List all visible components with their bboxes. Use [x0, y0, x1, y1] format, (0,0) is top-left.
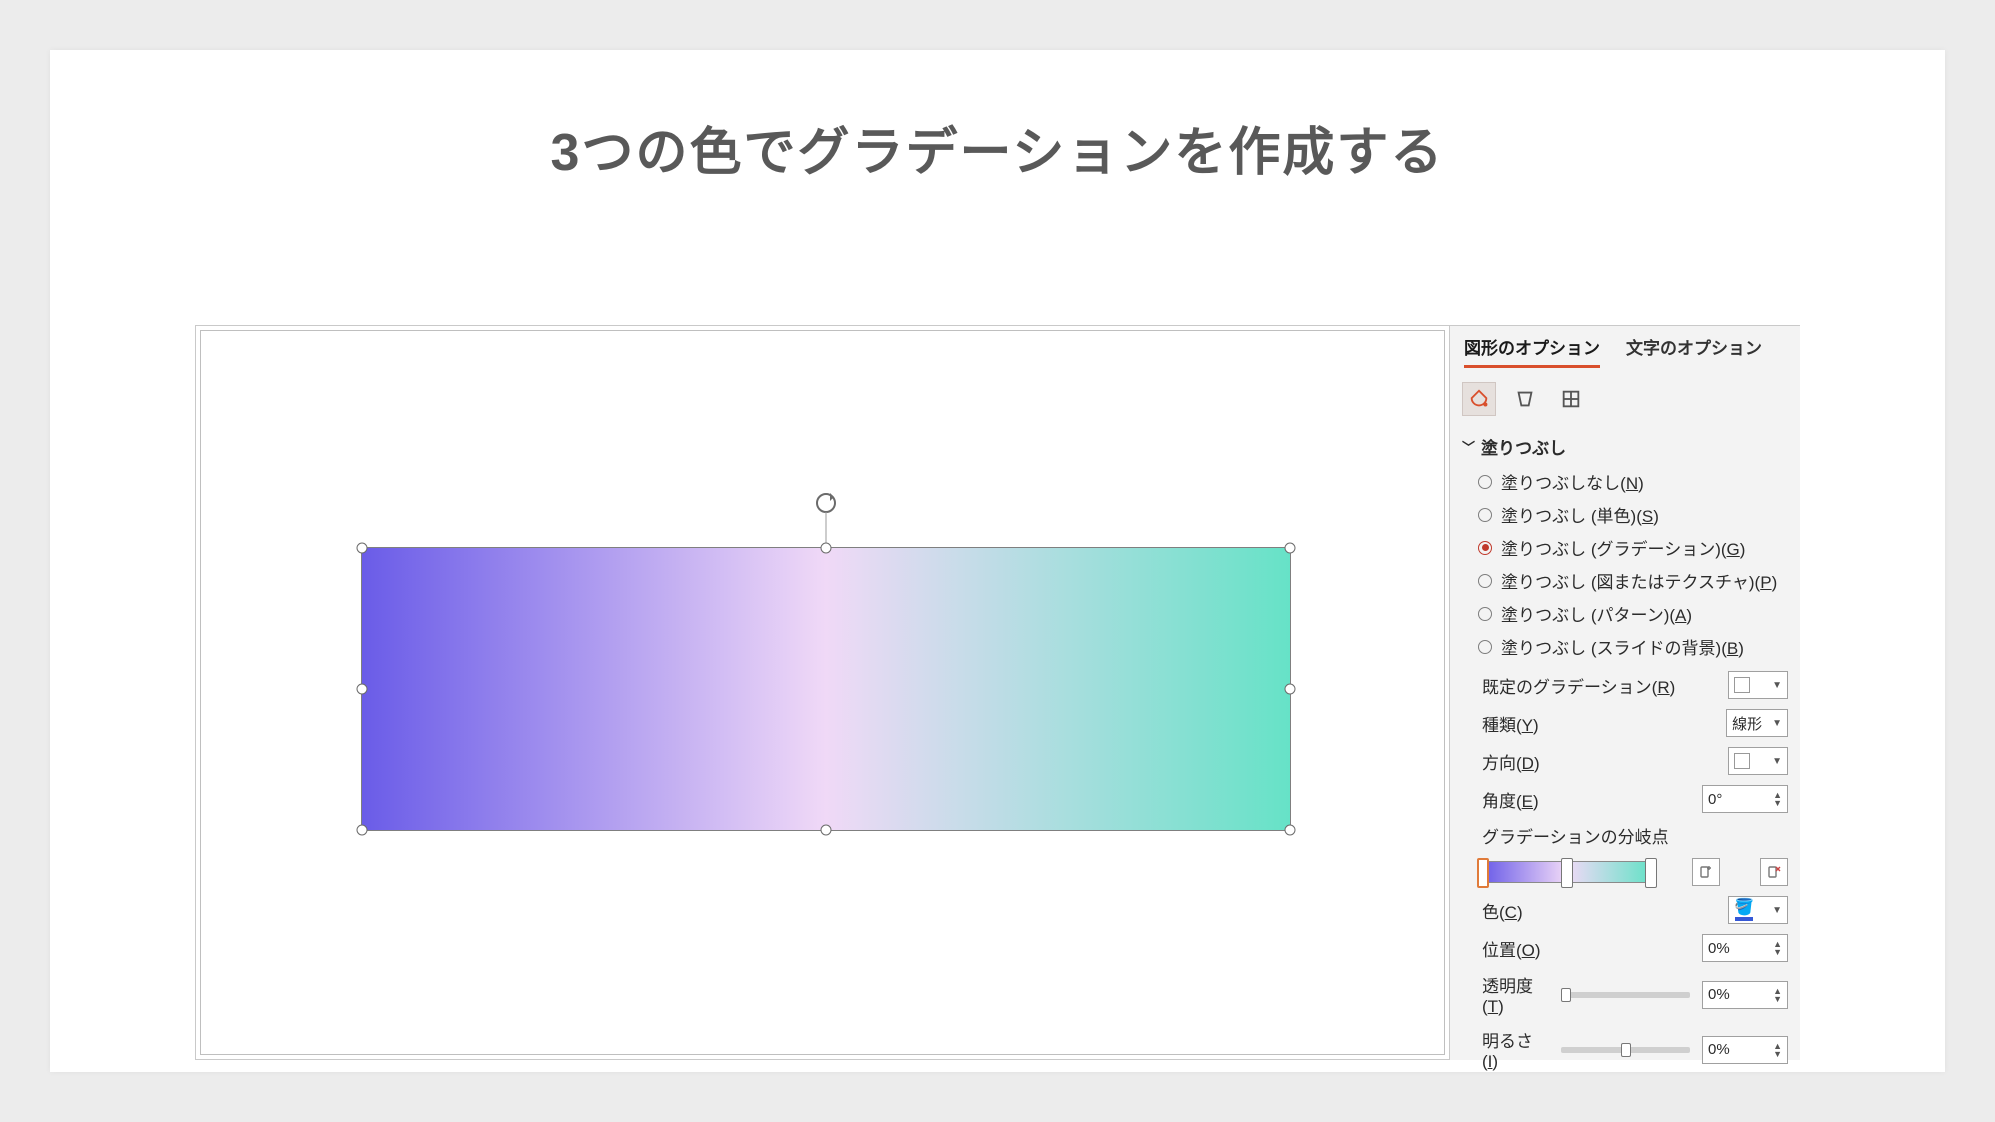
- stop-transparency-slider[interactable]: [1561, 992, 1690, 998]
- resize-handle-w[interactable]: [357, 684, 368, 695]
- fill-pattern-radio[interactable]: 塗りつぶし (パターン)(A): [1478, 601, 1800, 626]
- chevron-down-icon: ﹀: [1462, 437, 1475, 456]
- gradient-type-dropdown[interactable]: 線形▼: [1726, 709, 1788, 737]
- gradient-stop-3[interactable]: [1645, 858, 1657, 888]
- gradient-rectangle-shape[interactable]: [361, 547, 1291, 831]
- resize-handle-s[interactable]: [821, 825, 832, 836]
- gradient-type-label: 種類(Y): [1482, 711, 1716, 736]
- fill-solid-radio[interactable]: 塗りつぶし (単色)(S): [1478, 502, 1800, 527]
- format-shape-panel: 図形のオプション 文字のオプション ﹀ 塗りつぶし: [1450, 325, 1800, 1060]
- tab-text-options[interactable]: 文字のオプション: [1626, 334, 1762, 368]
- rotate-handle-icon[interactable]: [816, 493, 836, 513]
- slide-canvas[interactable]: [195, 325, 1450, 1060]
- fill-slide-bg-radio[interactable]: 塗りつぶし (スライドの背景)(B): [1478, 634, 1800, 659]
- gradient-direction-dropdown[interactable]: ▼: [1728, 747, 1788, 775]
- slide-area: [200, 330, 1445, 1055]
- gradient-angle-input[interactable]: 0°▲▼: [1702, 785, 1788, 813]
- gradient-stop-1[interactable]: [1477, 858, 1489, 888]
- tab-shape-options[interactable]: 図形のオプション: [1464, 334, 1600, 368]
- gradient-angle-label: 角度(E): [1482, 787, 1692, 812]
- stop-color-picker[interactable]: 🪣 ▼: [1728, 896, 1788, 924]
- fill-picture-radio[interactable]: 塗りつぶし (図またはテクスチャ)(P): [1478, 568, 1800, 593]
- preset-gradient-dropdown[interactable]: ▼: [1728, 671, 1788, 699]
- stop-brightness-slider[interactable]: [1561, 1047, 1690, 1053]
- fill-section-label: 塗りつぶし: [1481, 434, 1566, 459]
- gradient-stop-2[interactable]: [1561, 858, 1573, 888]
- stop-position-input[interactable]: 0%▲▼: [1702, 934, 1788, 962]
- stop-brightness-label: 明るさ(I): [1482, 1027, 1549, 1072]
- size-properties-icon[interactable]: [1554, 382, 1588, 416]
- resize-handle-ne[interactable]: [1285, 543, 1296, 554]
- fill-gradient-radio[interactable]: 塗りつぶし (グラデーション)(G): [1478, 535, 1800, 560]
- resize-handle-sw[interactable]: [357, 825, 368, 836]
- stop-brightness-input[interactable]: 0%▲▼: [1702, 1036, 1788, 1064]
- stop-transparency-label: 透明度(T): [1482, 972, 1549, 1017]
- paint-bucket-icon: 🪣: [1734, 900, 1754, 916]
- page-title: 3つの色でグラデーションを作成する: [50, 50, 1945, 185]
- gradient-direction-label: 方向(D): [1482, 749, 1718, 774]
- fill-none-radio[interactable]: 塗りつぶしなし(N): [1478, 469, 1800, 494]
- stop-transparency-input[interactable]: 0%▲▼: [1702, 981, 1788, 1009]
- fill-section-toggle[interactable]: ﹀ 塗りつぶし: [1450, 428, 1800, 465]
- resize-handle-se[interactable]: [1285, 825, 1296, 836]
- gradient-stops-bar[interactable]: [1482, 861, 1652, 883]
- resize-handle-e[interactable]: [1285, 684, 1296, 695]
- resize-handle-n[interactable]: [821, 543, 832, 554]
- effects-icon[interactable]: [1508, 382, 1542, 416]
- add-gradient-stop-button[interactable]: [1692, 858, 1720, 886]
- preset-gradient-label: 既定のグラデーション(R): [1482, 673, 1718, 698]
- stop-color-label: 色(C): [1482, 898, 1718, 923]
- remove-gradient-stop-button[interactable]: [1760, 858, 1788, 886]
- gradient-stops-label: グラデーションの分岐点: [1482, 823, 1669, 848]
- work-area: 図形のオプション 文字のオプション ﹀ 塗りつぶし: [195, 325, 1800, 1060]
- resize-handle-nw[interactable]: [357, 543, 368, 554]
- fill-and-line-icon[interactable]: [1462, 382, 1496, 416]
- stop-position-label: 位置(O): [1482, 936, 1692, 961]
